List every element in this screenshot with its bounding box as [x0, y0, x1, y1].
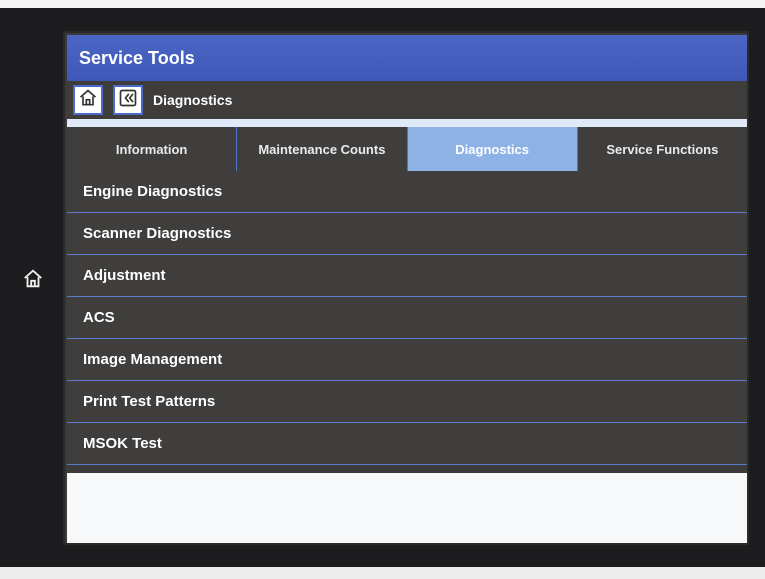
home-icon [78, 88, 98, 113]
diagnostics-menu: Engine Diagnostics Scanner Diagnostics A… [67, 171, 747, 465]
back-button[interactable] [113, 85, 143, 115]
menu-item-image-management[interactable]: Image Management [67, 339, 747, 381]
page-title: Service Tools [79, 47, 195, 68]
nav-bar: Diagnostics [67, 81, 747, 119]
photo-top-edge [0, 0, 765, 8]
menu-item-print-test-patterns[interactable]: Print Test Patterns [67, 381, 747, 423]
device-screen: Service Tools Diagnostics Information Ma… [63, 31, 749, 545]
menu-item-acs[interactable]: ACS [67, 297, 747, 339]
title-bar: Service Tools [67, 35, 747, 81]
menu-item-engine-diagnostics[interactable]: Engine Diagnostics [67, 171, 747, 213]
tab-diagnostics[interactable]: Diagnostics [407, 127, 578, 171]
menu-item-adjustment[interactable]: Adjustment [67, 255, 747, 297]
breadcrumb: Diagnostics [153, 92, 233, 108]
separator [67, 119, 747, 127]
menu-item-msok-test[interactable]: MSOK Test [67, 423, 747, 465]
footer-area [67, 473, 747, 543]
tab-service-functions[interactable]: Service Functions [578, 127, 747, 171]
menu-item-scanner-diagnostics[interactable]: Scanner Diagnostics [67, 213, 747, 255]
tab-bar: Information Maintenance Counts Diagnosti… [67, 127, 747, 171]
home-button[interactable] [73, 85, 103, 115]
photo-bottom-edge [0, 567, 765, 579]
back-icon [118, 88, 138, 113]
tab-information[interactable]: Information [67, 127, 238, 171]
device-home-icon[interactable] [22, 268, 44, 290]
tab-maintenance-counts[interactable]: Maintenance Counts [237, 127, 408, 171]
